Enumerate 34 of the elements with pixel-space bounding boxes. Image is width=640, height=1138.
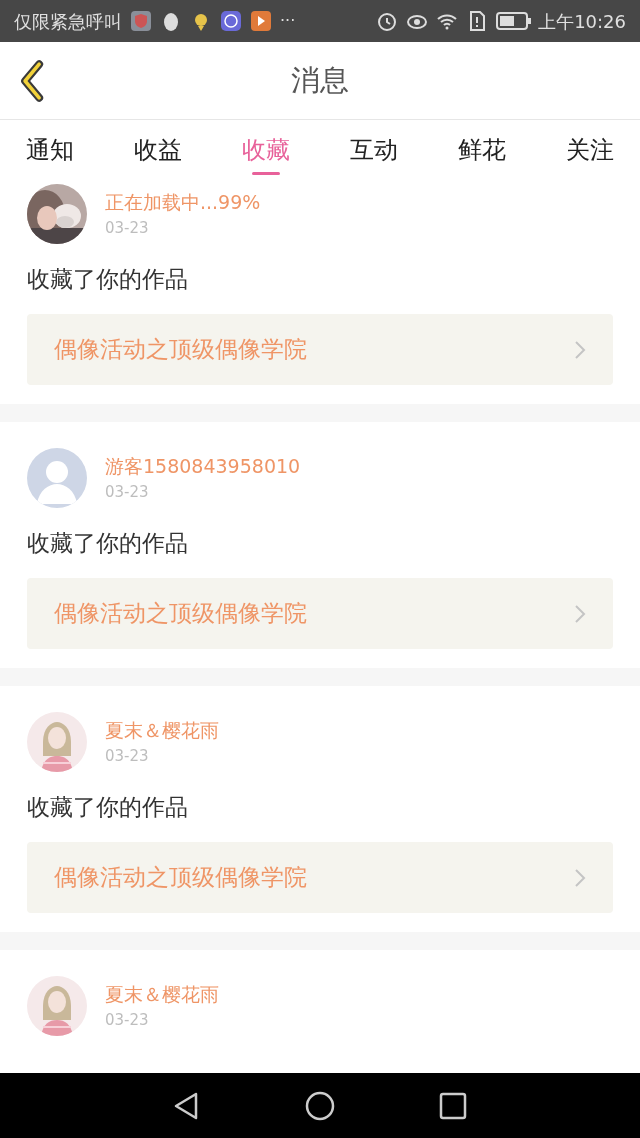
work-link[interactable]: 偶像活动之顶级偶像学院 bbox=[27, 842, 613, 913]
home-nav-button[interactable] bbox=[305, 1090, 335, 1121]
shield-app-icon bbox=[129, 9, 153, 33]
play-app-icon bbox=[249, 9, 273, 33]
battery-icon bbox=[496, 11, 533, 31]
tab[interactable]: 互动 bbox=[350, 120, 398, 180]
tab[interactable]: 收藏 bbox=[242, 120, 290, 180]
clock-text: 上午10:26 bbox=[538, 9, 626, 34]
chevron-icon bbox=[574, 339, 586, 360]
chevron-icon bbox=[574, 867, 586, 888]
music-app-icon bbox=[219, 9, 243, 33]
user-name[interactable]: 游客1580843958010 bbox=[105, 452, 301, 480]
page-title: 消息 bbox=[291, 61, 349, 99]
message-date: 03-23 bbox=[105, 1010, 150, 1031]
message-text: 收藏了你的作品 bbox=[27, 529, 189, 558]
default-avatar bbox=[27, 448, 87, 508]
tab[interactable]: 鲜花 bbox=[458, 120, 506, 180]
work-link[interactable]: 偶像活动之顶级偶像学院 bbox=[27, 314, 613, 385]
message-date: 03-23 bbox=[105, 482, 150, 503]
user-name[interactable]: 正在加载中...99% bbox=[105, 188, 261, 216]
message-date: 03-23 bbox=[105, 218, 150, 239]
recents-nav-button[interactable] bbox=[438, 1090, 469, 1121]
chevron-icon bbox=[574, 603, 586, 624]
tab[interactable]: 关注 bbox=[566, 120, 614, 180]
user-name[interactable]: 夏末＆樱花雨 bbox=[105, 716, 219, 744]
tab[interactable]: 通知 bbox=[26, 120, 74, 180]
tab[interactable]: 收益 bbox=[134, 120, 182, 180]
message-text: 收藏了你的作品 bbox=[27, 265, 189, 294]
user-name[interactable]: 夏末＆樱花雨 bbox=[105, 980, 219, 1008]
work-link[interactable]: 偶像活动之顶级偶像学院 bbox=[27, 578, 613, 649]
message-date: 03-23 bbox=[105, 746, 150, 767]
carrier-text: 仅限紧急呼叫 bbox=[14, 9, 122, 34]
message-text: 收藏了你的作品 bbox=[27, 793, 189, 822]
more-notifications-text: ··· bbox=[280, 10, 296, 32]
